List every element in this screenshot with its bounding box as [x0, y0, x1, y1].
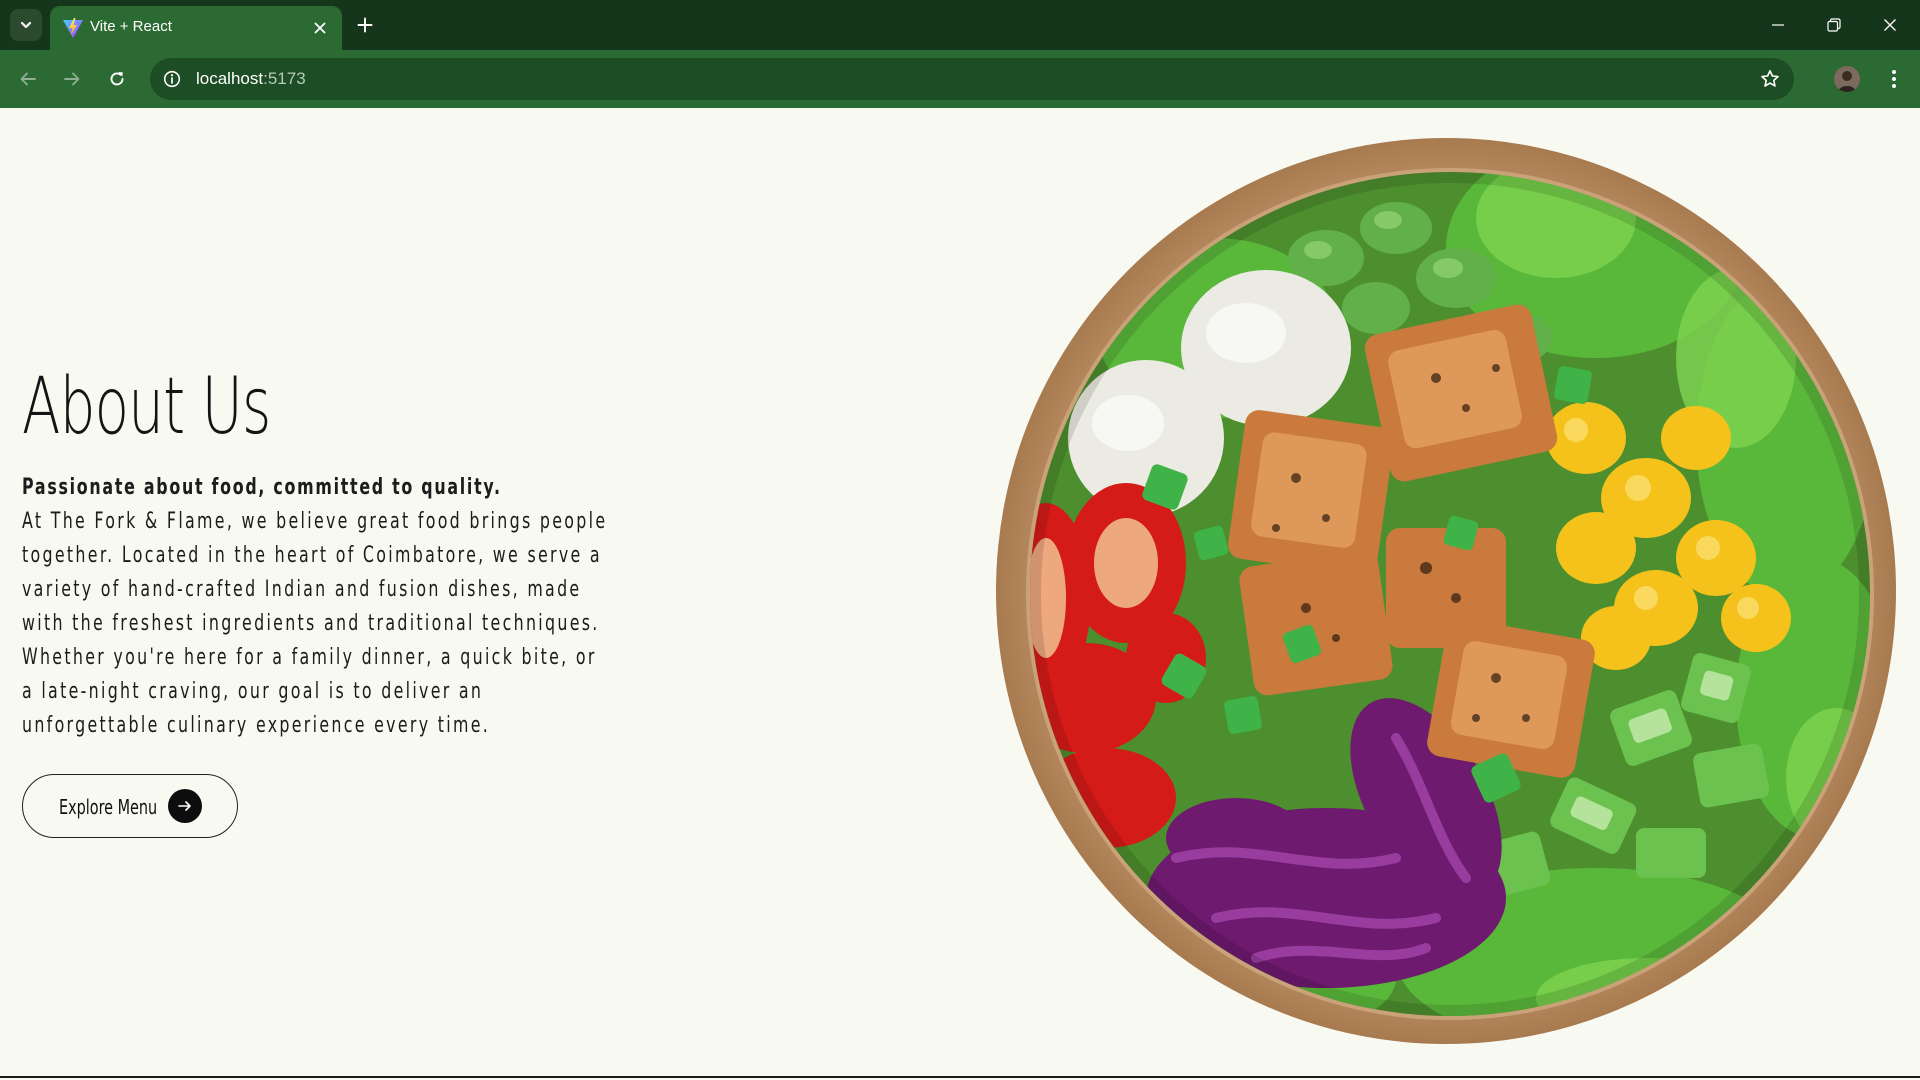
tab-title: Vite + React	[90, 18, 172, 35]
explore-menu-button[interactable]: Explore Menu	[22, 774, 238, 838]
restore-icon	[1827, 18, 1841, 32]
about-description: Passionate about food, committed to qual…	[22, 471, 612, 743]
plus-icon	[357, 17, 373, 33]
minimize-button[interactable]	[1760, 10, 1796, 40]
restore-button[interactable]	[1816, 10, 1852, 40]
page-title: About Us	[22, 362, 271, 452]
vite-logo-icon	[63, 18, 83, 38]
browser-tab[interactable]: Vite + React	[50, 6, 342, 50]
url-host: localhost	[196, 69, 264, 88]
info-icon	[163, 70, 181, 88]
forward-button[interactable]	[56, 63, 88, 95]
close-icon	[1884, 19, 1896, 31]
reload-button[interactable]	[101, 63, 133, 95]
about-paragraph-2: Whether you're here for a family dinner,…	[22, 645, 597, 738]
page-divider	[0, 1076, 1920, 1078]
close-window-button[interactable]	[1872, 10, 1908, 40]
browser-titlebar: Vite + React	[0, 0, 1920, 50]
salad-bowl-image	[996, 138, 1896, 1044]
back-button[interactable]	[12, 63, 44, 95]
site-info-button[interactable]	[160, 67, 184, 91]
reload-icon	[110, 72, 124, 86]
arrow-right-icon	[168, 789, 202, 823]
arrow-right-icon	[64, 72, 80, 86]
close-icon	[314, 22, 326, 34]
url-port: :5173	[263, 69, 306, 88]
about-paragraph-1: At The Fork & Flame, we believe great fo…	[22, 509, 608, 636]
kebab-menu-icon	[1892, 70, 1896, 88]
tab-close-button[interactable]	[308, 16, 332, 40]
bookmark-button[interactable]	[1758, 67, 1782, 91]
explore-menu-label: Explore Menu	[59, 795, 158, 819]
url-text: localhost:5173	[196, 69, 306, 89]
new-tab-button[interactable]	[352, 12, 378, 38]
profile-photo	[1834, 66, 1860, 92]
arrow-left-icon	[20, 72, 36, 86]
minimize-icon	[1772, 24, 1784, 26]
browser-menu-button[interactable]	[1880, 65, 1908, 93]
avatar[interactable]	[1834, 66, 1860, 92]
about-section: About Us Passionate about food, committe…	[0, 108, 1920, 1078]
star-icon	[1761, 70, 1779, 87]
tab-search-button[interactable]	[10, 9, 42, 41]
chevron-down-icon	[20, 21, 32, 29]
about-lead: Passionate about food, committed to qual…	[22, 475, 502, 500]
browser-toolbar: localhost:5173	[0, 50, 1920, 108]
address-bar[interactable]: localhost:5173	[150, 58, 1794, 100]
